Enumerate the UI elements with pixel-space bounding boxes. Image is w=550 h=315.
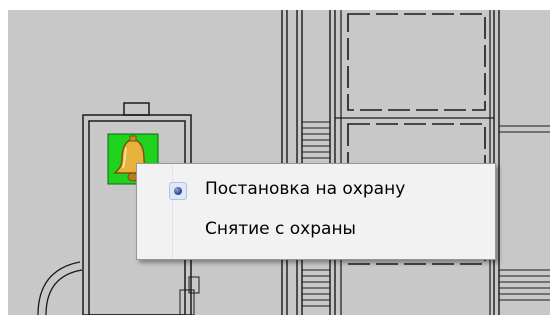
menu-item-arm[interactable]: Постановка на охрану xyxy=(139,174,493,208)
floor-plan-map[interactable] xyxy=(0,0,550,315)
menu-item-disarm[interactable]: Снятие с охраны xyxy=(139,214,493,248)
radio-check-icon xyxy=(169,182,187,200)
menu-item-label: Постановка на охрану xyxy=(205,179,406,199)
context-menu: Постановка на охрану Снятие с охраны xyxy=(136,163,496,260)
menu-item-label: Снятие с охраны xyxy=(205,219,356,239)
